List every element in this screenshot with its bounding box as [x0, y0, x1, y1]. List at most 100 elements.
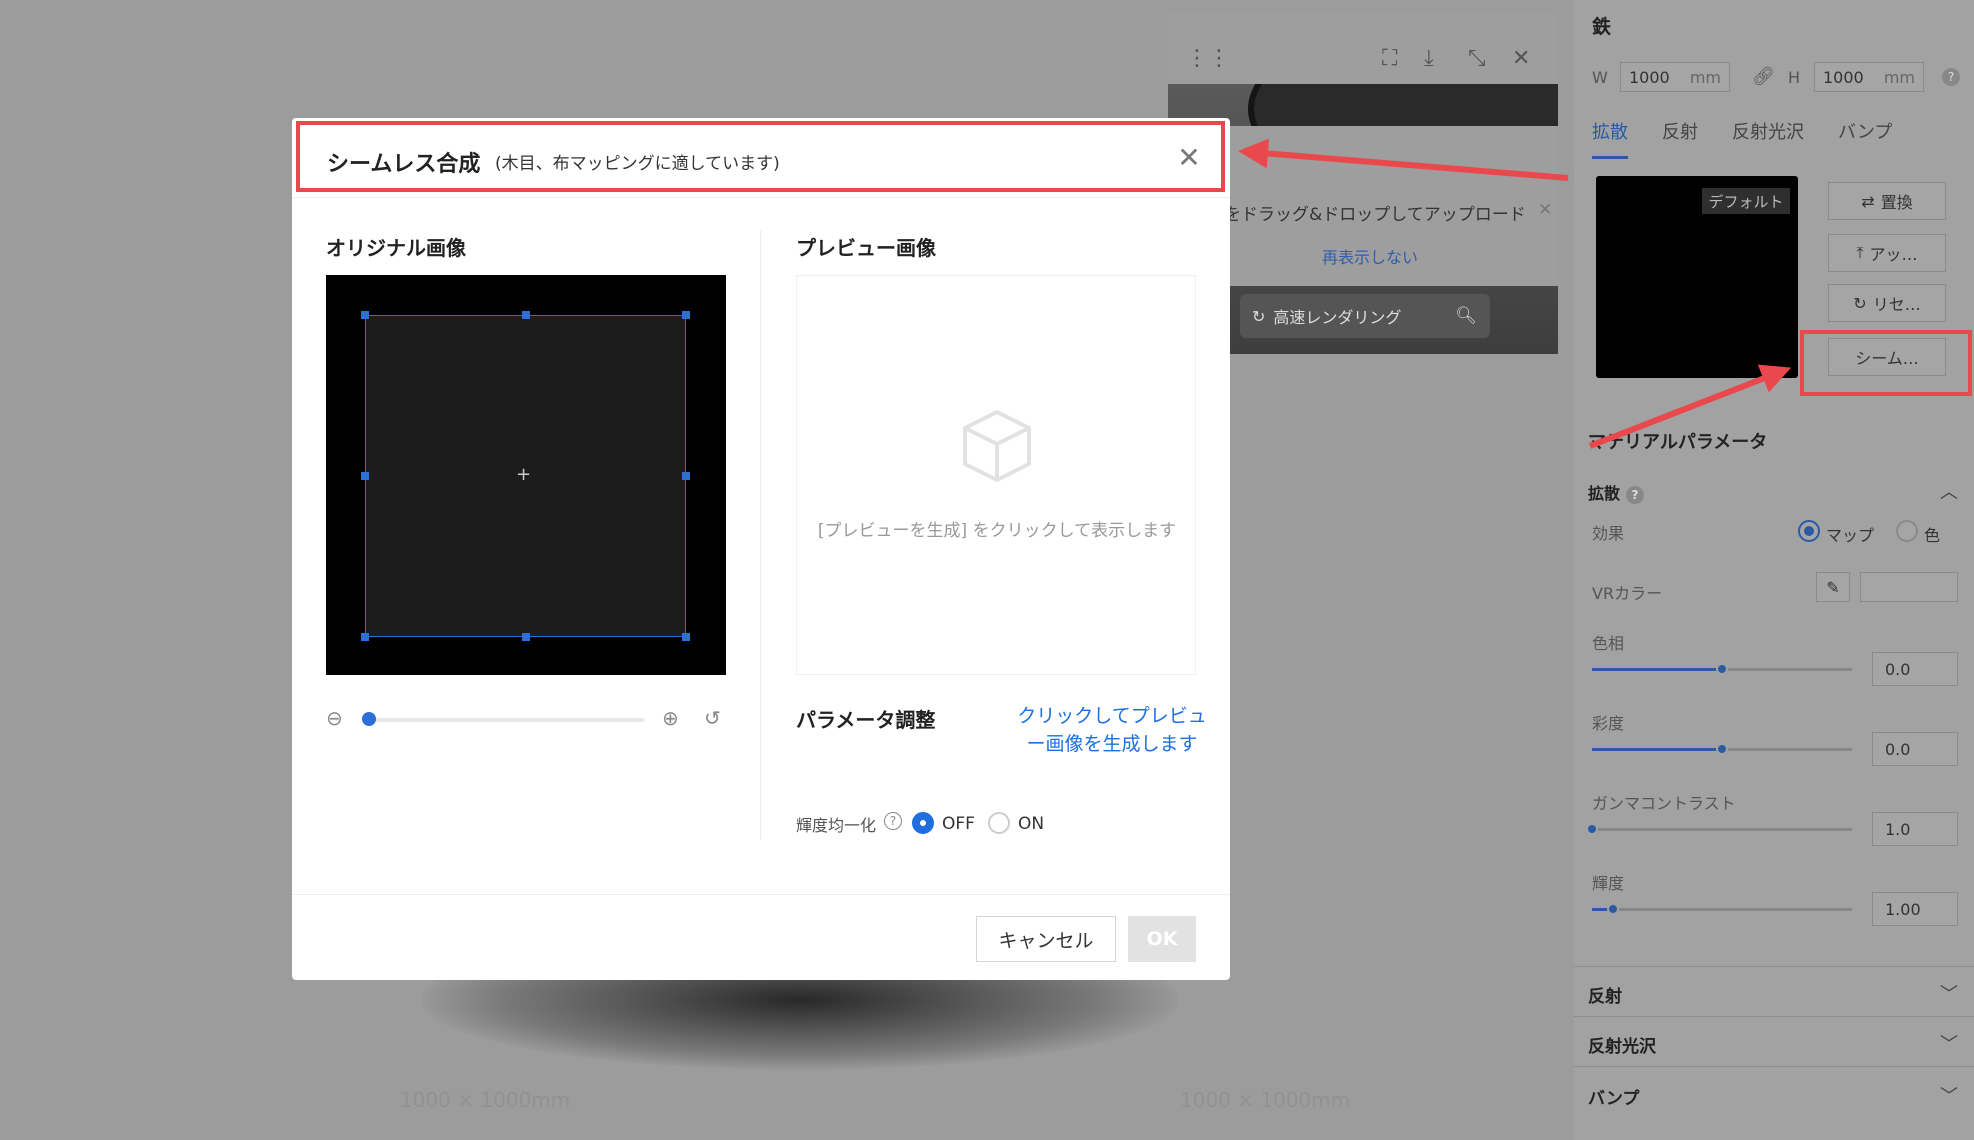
rotate-icon[interactable]: ↺: [704, 706, 721, 730]
height-input[interactable]: 1000 mm: [1814, 62, 1924, 92]
crop-handle-sw[interactable]: [361, 633, 369, 641]
gamma-value-input[interactable]: 1.0: [1872, 812, 1958, 846]
preview-hint: [プレビューを生成] をクリックして表示します: [817, 521, 1177, 541]
chevron-down-icon[interactable]: ﹀: [1940, 1030, 1958, 1056]
crop-handle-nw[interactable]: [361, 311, 369, 319]
reset-icon: ↻: [1853, 293, 1867, 313]
ok-button[interactable]: OK: [1128, 916, 1196, 962]
original-image: +: [326, 275, 726, 675]
effect-radio-map[interactable]: [1798, 520, 1820, 542]
diffuse-section-header[interactable]: 拡散?: [1588, 480, 1645, 504]
zoom-control: ⊖ ⊕ ↺: [326, 706, 726, 736]
luminance-radio-on[interactable]: [988, 812, 1010, 834]
annotation-highlight-seamless: [1800, 330, 1972, 396]
gamma-slider[interactable]: [1586, 823, 1852, 835]
section-divider: [1574, 1066, 1974, 1067]
tab-diffuse[interactable]: 拡散: [1592, 118, 1628, 159]
upload-label: アッ…: [1869, 245, 1918, 264]
swap-icon: ⇄: [1861, 191, 1875, 211]
collapse-icon[interactable]: ⤡: [1468, 46, 1486, 71]
width-value: 1000: [1629, 67, 1670, 87]
tab-reflection-gloss[interactable]: 反射光沢: [1732, 118, 1804, 159]
param-label-hue: 色相: [1592, 634, 1625, 653]
search-icon[interactable]: 🔍︎: [1446, 300, 1486, 332]
width-input[interactable]: 1000 mm: [1620, 62, 1730, 92]
preview-image-area: [プレビューを生成] をクリックして表示します: [796, 275, 1196, 675]
upload-icon: ⤒: [1856, 243, 1864, 262]
zoom-track[interactable]: [368, 718, 644, 722]
param-adjust-title: パラメータ調整: [796, 708, 936, 732]
help-icon[interactable]: ?: [1626, 485, 1645, 504]
download-icon[interactable]: ⤓: [1424, 46, 1434, 71]
cube-icon: [963, 410, 1031, 482]
bump-section-header[interactable]: バンプ: [1588, 1084, 1639, 1109]
zoom-in-icon[interactable]: ⊕: [662, 706, 679, 730]
close-icon[interactable]: ✕: [1512, 46, 1530, 71]
tab-bump[interactable]: バンプ: [1838, 118, 1892, 159]
param-label-brightness: 輝度: [1592, 874, 1625, 893]
gamma-slider-knob[interactable]: [1586, 823, 1598, 835]
map-tabs: 拡散 反射 反射光沢 バンプ: [1592, 118, 1892, 159]
refresh-icon: ↻: [1252, 306, 1266, 326]
crop-handle-w[interactable]: [361, 472, 369, 480]
dont-show-again-link[interactable]: 再表示しない: [1322, 244, 1418, 268]
crop-region[interactable]: +: [361, 311, 690, 641]
brightness-value-input[interactable]: 1.00: [1872, 892, 1958, 926]
luminance-radio-off[interactable]: [912, 812, 934, 834]
crop-handle-ne[interactable]: [682, 311, 690, 319]
saturation-value-input[interactable]: 0.0: [1872, 732, 1958, 766]
reflection-gloss-section-header[interactable]: 反射光沢: [1588, 1032, 1656, 1057]
hue-slider[interactable]: [1592, 663, 1852, 675]
width-label: W: [1592, 68, 1608, 87]
crop-handle-e[interactable]: [682, 472, 690, 480]
reflection-section-header[interactable]: 反射: [1588, 982, 1622, 1007]
material-params-title: マテリアルパラメータ: [1588, 432, 1768, 453]
drag-handle-icon[interactable]: ⋮⋮: [1186, 46, 1230, 71]
cancel-button[interactable]: キャンセル: [976, 916, 1116, 962]
modal-footer-divider: [292, 894, 1230, 895]
column-divider: [760, 230, 761, 840]
saturation-slider[interactable]: [1592, 743, 1852, 755]
effect-radio-color[interactable]: [1896, 520, 1918, 542]
effect-label: 効果: [1592, 524, 1625, 543]
help-icon[interactable]: ?: [1942, 68, 1960, 86]
annotation-highlight-title: [296, 121, 1225, 192]
eyedropper-icon[interactable]: ✎: [1816, 572, 1850, 602]
hue-value-input[interactable]: 0.0: [1872, 652, 1958, 686]
brightness-slider[interactable]: [1592, 903, 1852, 915]
seamless-modal: シームレス合成 (木目、布マッピングに適しています) ✕ オリジナル画像 プレビ…: [292, 118, 1230, 980]
height-unit: mm: [1883, 67, 1915, 87]
generate-preview-link[interactable]: クリックしてプレビュー画像を生成します: [1012, 702, 1212, 758]
screenshot-icon[interactable]: ⛶: [1382, 46, 1397, 71]
dimension-label-left: 1000 × 1000mm: [400, 1088, 571, 1112]
replace-button[interactable]: ⇄ 置換: [1828, 182, 1946, 220]
crosshair-icon: +: [516, 464, 532, 485]
upload-tip-text: をドラッグ&ドロップしてアップロード: [1224, 205, 1526, 225]
brightness-slider-knob[interactable]: [1607, 903, 1619, 915]
luminance-option-on: ON: [1018, 814, 1045, 834]
vr-color-input[interactable]: [1860, 572, 1958, 602]
crop-handle-se[interactable]: [682, 633, 690, 641]
tip-close-icon[interactable]: ✕: [1538, 200, 1552, 220]
reset-button[interactable]: ↻ リセ…: [1828, 284, 1946, 322]
dimension-label-right: 1000 × 1000mm: [1180, 1088, 1351, 1112]
chevron-down-icon[interactable]: ﹀: [1940, 980, 1958, 1006]
hue-slider-knob[interactable]: [1716, 663, 1728, 675]
effect-option-map: マップ: [1826, 526, 1875, 545]
link-icon[interactable]: 🔗︎: [1752, 66, 1775, 87]
zoom-out-icon[interactable]: ⊖: [326, 706, 343, 730]
chevron-up-icon[interactable]: ︿: [1940, 478, 1958, 504]
width-unit: mm: [1689, 67, 1721, 87]
upload-button[interactable]: ⤒ アッ…: [1828, 234, 1946, 272]
chevron-down-icon[interactable]: ﹀: [1940, 1082, 1958, 1108]
crop-handle-s[interactable]: [522, 633, 530, 641]
crop-handle-n[interactable]: [522, 311, 530, 319]
zoom-thumb[interactable]: [362, 712, 376, 726]
help-icon[interactable]: ?: [884, 812, 902, 830]
tab-reflection[interactable]: 反射: [1662, 118, 1698, 159]
saturation-slider-knob[interactable]: [1716, 743, 1728, 755]
fast-render-label: 高速レンダリング: [1273, 308, 1402, 327]
render-toolbar: ⋮⋮ ⛶ ⤓ ⤡ ✕: [1168, 14, 1558, 84]
preview-image-title: プレビュー画像: [796, 236, 936, 260]
saturation-slider-fill: [1592, 748, 1722, 751]
